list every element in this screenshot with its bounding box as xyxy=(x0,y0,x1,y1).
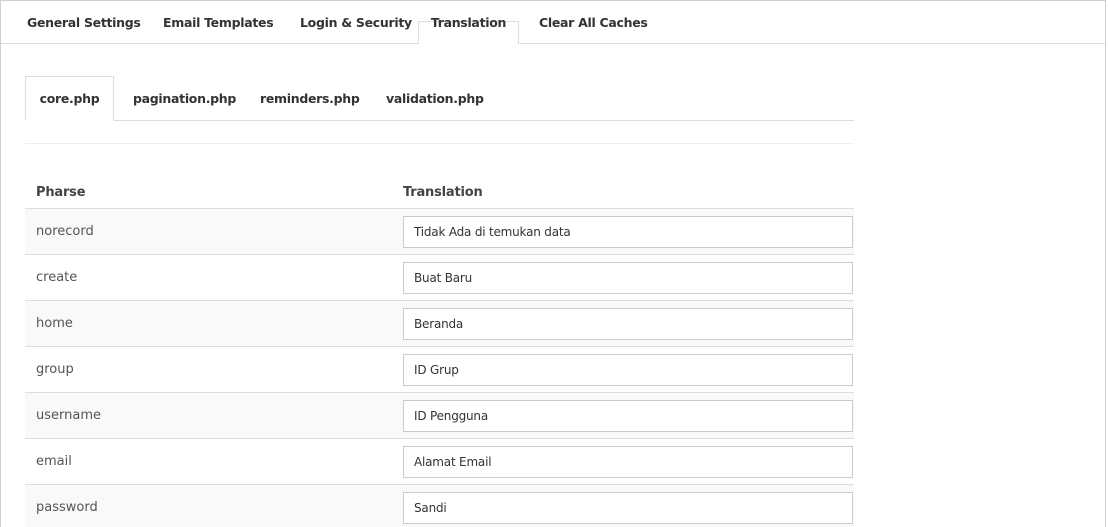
file-tab-bar: core.php pagination.php reminders.php va… xyxy=(25,76,854,121)
translation-input-group[interactable] xyxy=(403,353,853,386)
phrase-key: home xyxy=(25,300,392,347)
translation-input-email[interactable] xyxy=(403,445,853,478)
tab-label: Email Templates xyxy=(163,14,274,30)
tab-pagination-php[interactable]: pagination.php xyxy=(120,76,249,120)
translation-input-norecord[interactable] xyxy=(403,215,853,248)
tab-label: core.php xyxy=(39,91,100,106)
file-tab-divider xyxy=(25,120,854,121)
translation-cell xyxy=(392,300,854,347)
phrase-key: group xyxy=(25,346,392,393)
tab-label: General Settings xyxy=(27,14,141,30)
table-row: username xyxy=(25,392,854,439)
tab-translation-label-box: Translation xyxy=(419,1,518,43)
tab-core-php[interactable]: core.php xyxy=(25,76,114,121)
tab-row-divider xyxy=(1,43,1105,44)
table-row: email xyxy=(25,438,854,485)
tab-label: reminders.php xyxy=(260,90,360,106)
table-row: home xyxy=(25,300,854,347)
phrase-key: email xyxy=(25,438,392,485)
column-header-translation: Translation xyxy=(392,144,854,209)
panel-divider xyxy=(25,121,854,144)
tab-email-templates[interactable]: Email Templates xyxy=(150,1,286,43)
table-row: password xyxy=(25,484,854,527)
column-header-phrase: Pharse xyxy=(25,144,392,209)
translation-cell xyxy=(392,392,854,439)
phrase-key: username xyxy=(25,392,392,439)
translation-cell xyxy=(392,208,854,255)
tab-reminders-php[interactable]: reminders.php xyxy=(247,76,373,120)
tab-validation-php[interactable]: validation.php xyxy=(373,76,497,120)
table-row: group xyxy=(25,346,854,393)
tab-label: Clear All Caches xyxy=(539,14,648,30)
translation-input-create[interactable] xyxy=(403,261,853,294)
table-row: norecord xyxy=(25,208,854,255)
translation-cell xyxy=(392,254,854,301)
tab-label: Login & Security xyxy=(300,14,412,30)
translation-table: Pharse Translation norecord create xyxy=(25,144,854,527)
tab-general-settings[interactable]: General Settings xyxy=(15,1,153,43)
tab-label: Translation xyxy=(430,14,507,30)
tab-login-security[interactable]: Login & Security xyxy=(287,1,425,43)
phrase-key: password xyxy=(25,484,392,527)
translation-cell xyxy=(392,346,854,393)
translation-input-password[interactable] xyxy=(403,491,853,524)
tab-clear-all-caches[interactable]: Clear All Caches xyxy=(526,1,661,43)
table-row: create xyxy=(25,254,854,301)
translation-cell xyxy=(392,438,854,485)
tab-row: General Settings Email Templates Login &… xyxy=(1,1,1105,45)
tab-label: pagination.php xyxy=(133,90,237,106)
translation-input-username[interactable] xyxy=(403,399,853,432)
translation-cell xyxy=(392,484,854,527)
settings-window: General Settings Email Templates Login &… xyxy=(0,0,1106,527)
phrase-key: create xyxy=(25,254,392,301)
table-header-row: Pharse Translation xyxy=(25,144,854,209)
phrase-key: norecord xyxy=(25,208,392,255)
tab-label: validation.php xyxy=(386,90,484,106)
translation-panel: core.php pagination.php reminders.php va… xyxy=(25,76,854,527)
translation-input-home[interactable] xyxy=(403,307,853,340)
